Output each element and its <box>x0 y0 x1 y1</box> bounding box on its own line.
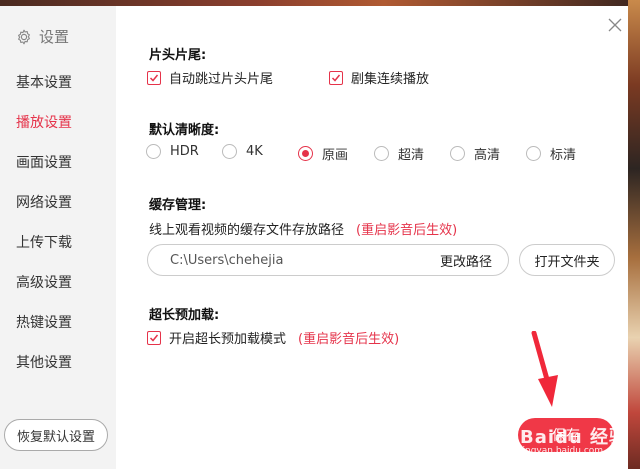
skip-intro-outro-label: 自动跳过片头片尾 <box>169 72 274 87</box>
radio-circle-icon <box>374 146 389 161</box>
resolution-option-label: 标清 <box>550 148 577 163</box>
sidebar-item-picture[interactable]: 画面设置 <box>16 152 72 172</box>
section-title-intro-outro: 片头片尾: <box>149 48 207 63</box>
cache-path-description: 线上观看视频的缓存文件存放路径 (重启影音后生效) <box>149 219 457 238</box>
resolution-option-hdr[interactable]: HDR <box>146 144 199 159</box>
checkbox-check-icon <box>147 330 161 345</box>
resolution-option-high[interactable]: 高清 <box>450 144 500 163</box>
sidebar-item-other[interactable]: 其他设置 <box>16 352 72 372</box>
radio-circle-icon <box>526 146 541 161</box>
radio-selected-icon <box>298 146 313 161</box>
save-button[interactable]: 保存 <box>518 418 614 452</box>
section-title-preload: 超长预加载: <box>149 308 220 323</box>
sidebar-item-transfer[interactable]: 上传下载 <box>16 232 72 252</box>
resolution-option-label: 高清 <box>474 148 501 163</box>
sidebar: 设置 基本设置 播放设置 画面设置 网络设置 上传下载 高级设置 热键设置 其他… <box>0 6 116 469</box>
gear-icon <box>18 29 30 44</box>
preload-mode-checkbox[interactable]: 开启超长预加载模式 (重启影音后生效) <box>147 328 399 347</box>
sidebar-item-network[interactable]: 网络设置 <box>16 192 72 212</box>
sidebar-item-playback[interactable]: 播放设置 <box>16 112 72 132</box>
cache-path-input[interactable] <box>170 252 400 268</box>
resolution-option-super[interactable]: 超清 <box>374 144 424 163</box>
checkbox-check-icon <box>147 70 161 85</box>
resolution-option-label: HDR <box>170 144 199 159</box>
radio-circle-icon <box>222 144 237 159</box>
settings-dialog: 设置 基本设置 播放设置 画面设置 网络设置 上传下载 高级设置 热键设置 其他… <box>0 6 628 469</box>
sidebar-item-basic[interactable]: 基本设置 <box>16 72 72 92</box>
sidebar-header-label: 设置 <box>39 28 70 46</box>
resolution-option-original[interactable]: 原画 <box>298 144 348 163</box>
resolution-option-4k[interactable]: 4K <box>222 144 263 159</box>
cache-path-field: 更改路径 <box>147 244 509 276</box>
open-folder-button[interactable]: 打开文件夹 <box>519 244 615 276</box>
sidebar-item-advanced[interactable]: 高级设置 <box>16 272 72 292</box>
cache-restart-note: (重启影音后生效) <box>356 223 458 238</box>
annotation-arrow-icon <box>531 331 558 407</box>
preload-restart-note: (重启影音后生效) <box>298 332 400 347</box>
background-strip-right <box>628 0 640 469</box>
skip-intro-outro-checkbox[interactable]: 自动跳过片头片尾 <box>147 68 273 87</box>
close-icon[interactable] <box>607 17 623 33</box>
cache-description-text: 线上观看视频的缓存文件存放路径 <box>149 223 345 238</box>
radio-circle-icon <box>146 144 161 159</box>
preload-mode-label: 开启超长预加载模式 <box>169 332 287 347</box>
resolution-option-label: 超清 <box>398 148 425 163</box>
sidebar-header: 设置 <box>16 26 69 47</box>
resolution-option-label: 原画 <box>322 148 349 163</box>
change-path-button[interactable]: 更改路径 <box>440 251 492 270</box>
reset-defaults-button[interactable]: 恢复默认设置 <box>4 419 108 451</box>
continuous-play-checkbox[interactable]: 剧集连续播放 <box>329 68 429 87</box>
continuous-play-label: 剧集连续播放 <box>351 72 430 87</box>
section-title-resolution: 默认清晰度: <box>149 123 220 138</box>
resolution-option-standard[interactable]: 标清 <box>526 144 576 163</box>
section-title-cache: 缓存管理: <box>149 198 207 213</box>
resolution-option-label: 4K <box>246 144 263 159</box>
radio-circle-icon <box>450 146 465 161</box>
sidebar-item-hotkeys[interactable]: 热键设置 <box>16 312 72 332</box>
checkbox-check-icon <box>329 70 343 85</box>
